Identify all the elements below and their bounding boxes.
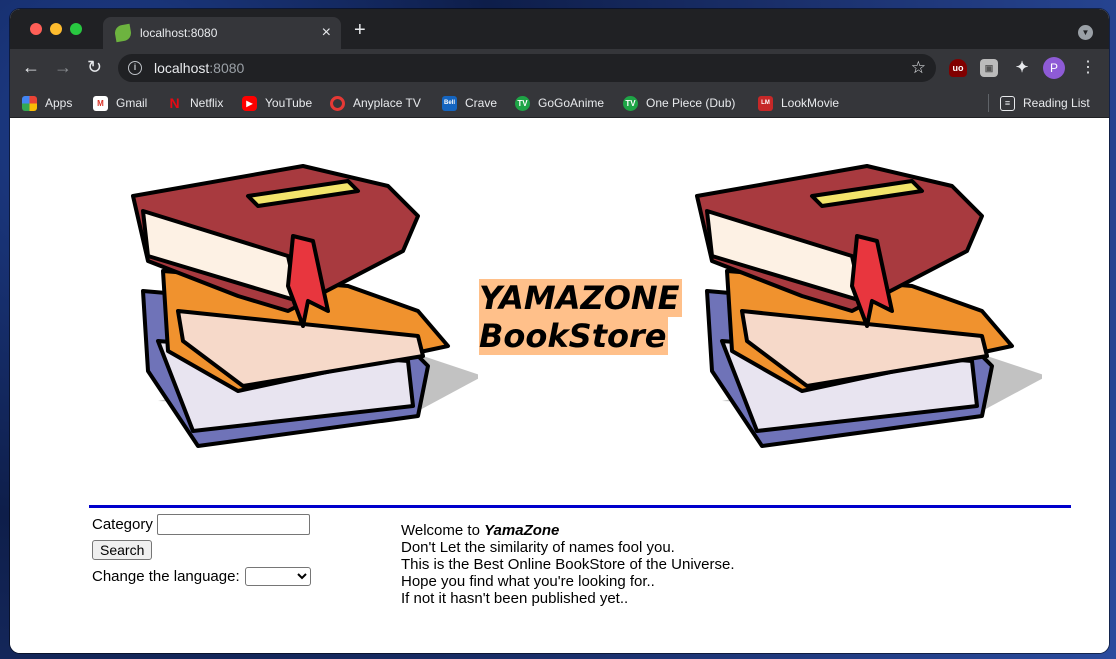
books-stack-image-right [695,164,1042,448]
bookmark-label: Gmail [116,96,148,110]
ublock-extension-icon[interactable]: uo [949,59,967,77]
reload-icon[interactable]: ↻ [87,58,102,76]
tab-close-icon[interactable]: × [322,25,331,41]
extension-icon[interactable]: ▣ [980,59,998,77]
category-label: Category [92,515,153,533]
address-bar[interactable]: i localhost:8080 ☆ [118,54,936,82]
tv-icon: TV [515,95,530,111]
url-port: :8080 [209,60,245,76]
browser-window: localhost:8080 × + ▼ ← → ↻ i localhost:8… [10,9,1109,653]
spring-leaf-icon [113,23,133,43]
tv-icon: TV [623,95,638,111]
search-form: Category Search Change the language: [92,512,311,590]
reading-list[interactable]: ≡ Reading List [1000,93,1090,113]
welcome-prefix: Welcome to [401,522,485,539]
bookmark-gogoanime[interactable]: TV GoGoAnime [515,93,604,113]
welcome-line: This is the Best Online BookStore of the… [401,556,735,573]
profile-avatar[interactable]: P [1043,57,1065,79]
welcome-line: If not it hasn't been published yet.. [401,590,629,607]
language-select[interactable] [244,566,311,586]
netflix-icon: N [169,94,180,111]
close-window-button[interactable] [30,23,42,35]
tab-localhost[interactable]: localhost:8080 × [103,17,341,49]
horizontal-divider [89,505,1071,508]
bookmark-label: Netflix [190,96,224,110]
bookmark-netflix[interactable]: N Netflix [167,93,223,113]
bookmark-crave[interactable]: Bell Crave [442,93,497,113]
bookmark-label: YouTube [265,96,313,110]
anyplace-tv-icon [330,95,345,111]
brand-line-1: YAMAZONE [479,279,682,317]
bookmark-label: LookMovie [781,96,840,110]
bookmark-gmail[interactable]: M Gmail [93,93,147,113]
maximize-window-button[interactable] [70,23,82,35]
page-content: YAMAZONE BookStore Category Search Chang… [10,119,1109,653]
menu-dots-icon[interactable]: ⋮ [1080,57,1096,79]
bookmark-one-piece[interactable]: TV One Piece (Dub) [623,93,735,113]
gmail-icon: M [93,95,108,111]
info-icon[interactable]: i [128,61,142,75]
back-arrow-icon[interactable]: ← [22,58,40,76]
category-input[interactable] [156,513,310,535]
welcome-line: Don't Let the similarity of names fool y… [401,539,675,556]
language-label: Change the language: [92,567,240,585]
brand-title: YAMAZONE BookStore [479,279,682,355]
crave-icon: Bell [442,95,457,111]
bookmark-label: One Piece (Dub) [646,96,736,110]
youtube-icon: ▶ [242,95,257,111]
bookmark-star-icon[interactable]: ☆ [911,58,926,78]
search-button[interactable]: Search [92,540,153,560]
bookmark-label: Crave [465,96,498,110]
browser-toolbar: ← → ↻ i localhost:8080 ☆ uo ▣ ✦ P ⋮ [10,49,1109,87]
forward-arrow-icon[interactable]: → [54,58,72,76]
new-tab-button[interactable]: + [354,20,366,40]
bookmark-label: GoGoAnime [538,96,605,110]
welcome-name: YamaZone [484,522,560,539]
apps-grid-icon [22,95,37,111]
welcome-line: Hope you find what you're looking for.. [401,573,655,590]
tab-title: localhost:8080 [140,26,218,40]
bookmark-apps[interactable]: Apps [22,93,72,113]
bookmarks-separator [988,94,989,112]
welcome-message: Welcome to YamaZone Don't Let the simila… [401,522,735,607]
lookmovie-icon: LM [758,95,773,111]
bookmark-label: Anyplace TV [353,96,421,110]
bookmark-anyplace-tv[interactable]: Anyplace TV [330,93,421,113]
extensions-puzzle-icon[interactable]: ✦ [1013,59,1031,77]
brand-line-2: BookStore [479,317,669,355]
bookmark-youtube[interactable]: ▶ YouTube [242,93,312,113]
bookmark-lookmovie[interactable]: LM LookMovie [758,93,839,113]
books-stack-image-left [131,164,478,448]
minimize-window-button[interactable] [50,23,62,35]
reading-list-icon: ≡ [1000,95,1015,111]
tab-strip: localhost:8080 × + ▼ [10,9,1109,49]
url-host: localhost [154,60,210,76]
reading-list-label: Reading List [1023,96,1090,110]
tab-search-icon[interactable]: ▼ [1078,25,1093,40]
bookmark-label: Apps [45,96,73,110]
bookmarks-bar: Apps M Gmail N Netflix ▶ YouTube Anyplac… [10,87,1109,118]
